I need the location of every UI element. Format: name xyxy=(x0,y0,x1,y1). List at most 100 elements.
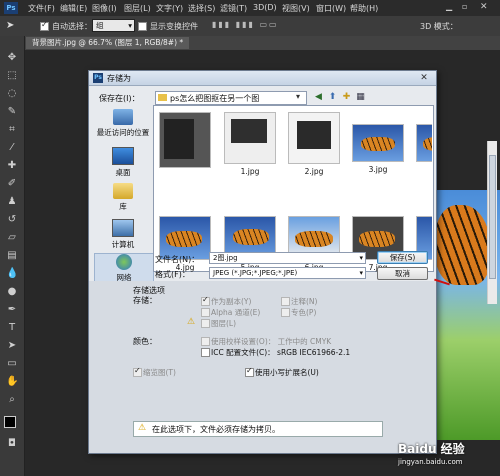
tiger-image xyxy=(435,205,490,285)
quick-select-tool-icon[interactable]: ✎ xyxy=(6,106,18,118)
menu-layer[interactable]: 图层(L) xyxy=(124,3,151,14)
auto-select-label: 自动选择： xyxy=(52,22,92,31)
document-tab[interactable]: 背景图片.jpg @ 66.7% (图层 1, RGB/8#) * xyxy=(26,37,190,49)
dialog-close-icon[interactable]: ✕ xyxy=(416,72,432,84)
lowercase-ext-checkbox[interactable] xyxy=(245,366,254,377)
chevron-down-icon: ▾ xyxy=(359,254,363,262)
menu-edit[interactable]: 编辑(E) xyxy=(60,3,87,14)
minimize-icon[interactable]: ▁ xyxy=(446,2,452,11)
spot-colors-checkbox[interactable] xyxy=(281,308,290,317)
history-brush-tool-icon[interactable]: ↺ xyxy=(6,214,18,226)
chevron-down-icon: ▾ xyxy=(296,92,301,101)
file-list-scrollbar[interactable] xyxy=(487,141,497,304)
place-desktop[interactable]: 桌面 xyxy=(94,147,152,178)
computer-icon xyxy=(112,219,134,237)
file-thumbnail xyxy=(159,112,211,168)
warning-box: ⚠ 在此选项下，文件必须存储为拷贝。 xyxy=(133,421,383,437)
file-item[interactable]: 1.jpg xyxy=(224,112,276,176)
maximize-icon[interactable]: ▫ xyxy=(462,2,467,11)
new-folder-icon[interactable]: ✚ xyxy=(341,92,352,103)
desktop-icon xyxy=(112,147,134,165)
eraser-tool-icon[interactable]: ▱ xyxy=(6,232,18,244)
eyedropper-tool-icon[interactable]: ⁄ xyxy=(6,142,18,154)
spot-colors-label: 专色(P) xyxy=(291,308,317,317)
path-select-tool-icon[interactable]: ➤ xyxy=(6,340,18,352)
save-in-dropdown[interactable]: ps怎么把图抠在另一个图 ▾ xyxy=(155,91,307,105)
dodge-tool-icon[interactable]: ● xyxy=(6,286,18,298)
menu-3d[interactable]: 3D(D) xyxy=(253,3,277,12)
proof-setup-label: 使用校样设置(O)： 工作中的 CMYK xyxy=(211,337,332,346)
type-tool-icon[interactable]: T xyxy=(6,322,18,334)
menu-file[interactable]: 文件(F) xyxy=(28,3,55,14)
icc-profile-checkbox[interactable] xyxy=(201,348,210,357)
quick-mask-icon[interactable]: ◘ xyxy=(6,438,18,450)
save-as-dialog: Ps 存储为 ✕ 保存在(I)： ps怎么把图抠在另一个图 ▾ ◀ ⬆ ✚ ▦ … xyxy=(88,70,497,454)
place-computer[interactable]: 计算机 xyxy=(94,219,152,250)
place-libraries[interactable]: 库 xyxy=(94,183,152,212)
file-item[interactable] xyxy=(159,112,211,171)
foreground-color-swatch[interactable] xyxy=(4,416,16,428)
cancel-button[interactable]: 取消 xyxy=(377,267,428,280)
align-icons[interactable]: ▮▮▮ ▮▮▮ ▭▭ xyxy=(212,20,279,29)
filename-label: 文件名(N)： xyxy=(155,255,200,264)
as-copy-checkbox[interactable] xyxy=(201,295,210,306)
app-logo: Ps xyxy=(4,2,18,14)
stamp-tool-icon[interactable]: ♟ xyxy=(6,196,18,208)
file-item[interactable]: 2.jpg xyxy=(288,112,340,176)
proof-setup-checkbox[interactable] xyxy=(201,337,210,346)
format-label: 格式(F)： xyxy=(155,270,190,279)
menu-help[interactable]: 帮助(H) xyxy=(350,3,378,14)
menu-select[interactable]: 选择(S) xyxy=(188,3,215,14)
libraries-icon xyxy=(113,183,133,199)
up-folder-icon[interactable]: ⬆ xyxy=(327,92,338,103)
format-dropdown[interactable]: JPEG (*.JPG;*.JPEG;*.JPE) ▾ xyxy=(209,267,366,279)
file-thumbnail xyxy=(224,112,276,164)
file-item[interactable] xyxy=(416,124,432,162)
view-menu-icon[interactable]: ▦ xyxy=(355,92,366,103)
as-copy-label: 作为副本(Y) xyxy=(211,297,252,306)
network-icon xyxy=(116,254,132,270)
watermark-brand: Baidu 经验 xyxy=(398,442,465,456)
show-transform-checkbox[interactable] xyxy=(138,22,147,31)
menu-window[interactable]: 窗口(W) xyxy=(316,3,346,14)
marquee-tool-icon[interactable]: ⬚ xyxy=(6,70,18,82)
move-tool-icon[interactable]: ➤ xyxy=(6,20,14,31)
menu-filter[interactable]: 滤镜(T) xyxy=(220,3,247,14)
brush-tool-icon[interactable]: ✐ xyxy=(6,178,18,190)
menu-type[interactable]: 文字(Y) xyxy=(156,3,183,14)
hand-tool-icon[interactable]: ✋ xyxy=(6,376,18,388)
thumbnail-checkbox[interactable] xyxy=(133,366,142,377)
auto-select-dropdown[interactable]: 组 ▾ xyxy=(92,19,135,32)
scrollbar-thumb[interactable] xyxy=(489,155,496,279)
auto-select-value: 组 xyxy=(96,21,104,30)
move-tool-icon[interactable]: ✥ xyxy=(6,52,18,64)
recent-places-icon xyxy=(113,109,133,125)
format-value: JPEG (*.JPG;*.JPEG;*.JPE) xyxy=(213,269,298,277)
zoom-tool-icon[interactable]: ⌕ xyxy=(6,394,18,406)
folder-icon xyxy=(158,94,167,101)
auto-select-checkbox[interactable] xyxy=(40,20,49,31)
close-icon[interactable]: ✕ xyxy=(480,2,488,12)
crop-tool-icon[interactable]: ⌗ xyxy=(6,124,18,136)
file-name: 3.jpg xyxy=(368,165,388,174)
filename-input[interactable]: 2图.jpg ▾ xyxy=(209,252,366,264)
blur-tool-icon[interactable]: 💧 xyxy=(6,268,18,280)
notes-checkbox[interactable] xyxy=(281,297,290,306)
menu-view[interactable]: 视图(V) xyxy=(282,3,310,14)
file-item[interactable]: 3.jpg xyxy=(352,124,404,174)
notes-label: 注释(N) xyxy=(291,297,318,306)
tools-panel: ✥ ⬚ ◌ ✎ ⌗ ⁄ ✚ ✐ ♟ ↺ ▱ ▤ 💧 ● ✒ T ➤ ▭ ✋ ⌕ … xyxy=(0,36,25,476)
lasso-tool-icon[interactable]: ◌ xyxy=(6,88,18,100)
save-button[interactable]: 保存(S) xyxy=(377,251,428,264)
menu-image[interactable]: 图像(I) xyxy=(92,3,117,14)
shape-tool-icon[interactable]: ▭ xyxy=(6,358,18,370)
warning-text: 在此选项下，文件必须存储为拷贝。 xyxy=(152,425,280,434)
healing-tool-icon[interactable]: ✚ xyxy=(6,160,18,172)
place-recent[interactable]: 最近访问的位置 xyxy=(94,109,152,138)
back-icon[interactable]: ◀ xyxy=(313,92,324,103)
alpha-checkbox[interactable] xyxy=(201,308,210,317)
layers-checkbox[interactable] xyxy=(201,319,210,328)
pen-tool-icon[interactable]: ✒ xyxy=(6,304,18,316)
place-label: 桌面 xyxy=(115,168,131,177)
gradient-tool-icon[interactable]: ▤ xyxy=(6,250,18,262)
